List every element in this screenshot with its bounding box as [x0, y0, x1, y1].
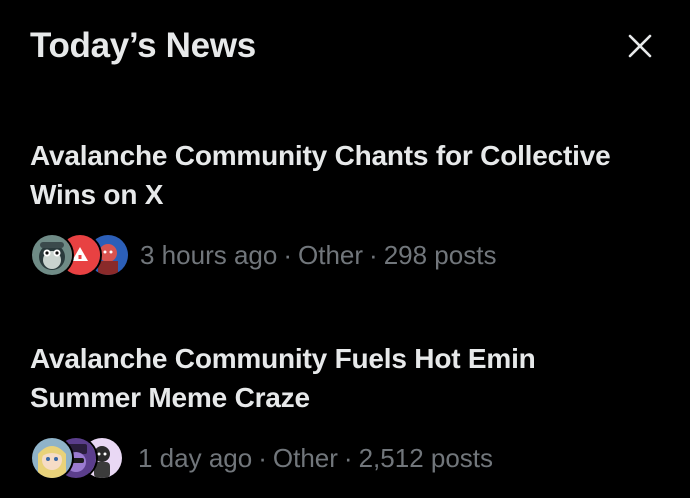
news-meta-text: 3 hours ago · Other · 298 posts [140, 231, 496, 279]
news-item[interactable]: Avalanche Community Chants for Collectiv… [30, 136, 650, 279]
meta-separator: · [258, 443, 267, 473]
news-post-count: 298 posts [383, 240, 497, 270]
news-headline: Avalanche Community Chants for Collectiv… [30, 140, 611, 210]
news-time: 1 day ago [138, 443, 253, 473]
close-button[interactable] [620, 26, 660, 66]
news-headline: Avalanche Community Fuels Hot Emin Summe… [30, 343, 536, 413]
avatar-anime-girl-icon [30, 436, 74, 480]
meta-separator: · [283, 240, 292, 270]
avatar-stack [30, 434, 126, 482]
meta-separator: · [369, 240, 378, 270]
panel-header: Today’s News [30, 24, 660, 70]
page-title: Today’s News [30, 26, 256, 65]
news-meta-text: 1 day ago · Other · 2,512 posts [138, 434, 493, 482]
news-meta: 3 hours ago · Other · 298 posts [30, 231, 650, 279]
news-meta: 1 day ago · Other · 2,512 posts [30, 434, 650, 482]
news-item[interactable]: Avalanche Community Fuels Hot Emin Summe… [30, 339, 650, 482]
avatar-penguin-icon [30, 233, 74, 277]
news-category: Other [272, 443, 338, 473]
close-icon [628, 34, 652, 58]
avatar-stack [30, 231, 130, 279]
news-time: 3 hours ago [140, 240, 278, 270]
news-category: Other [298, 240, 364, 270]
news-post-count: 2,512 posts [358, 443, 494, 473]
meta-separator: · [343, 443, 353, 473]
todays-news-panel: Today’s News Avalanche Community Chants … [0, 0, 690, 498]
